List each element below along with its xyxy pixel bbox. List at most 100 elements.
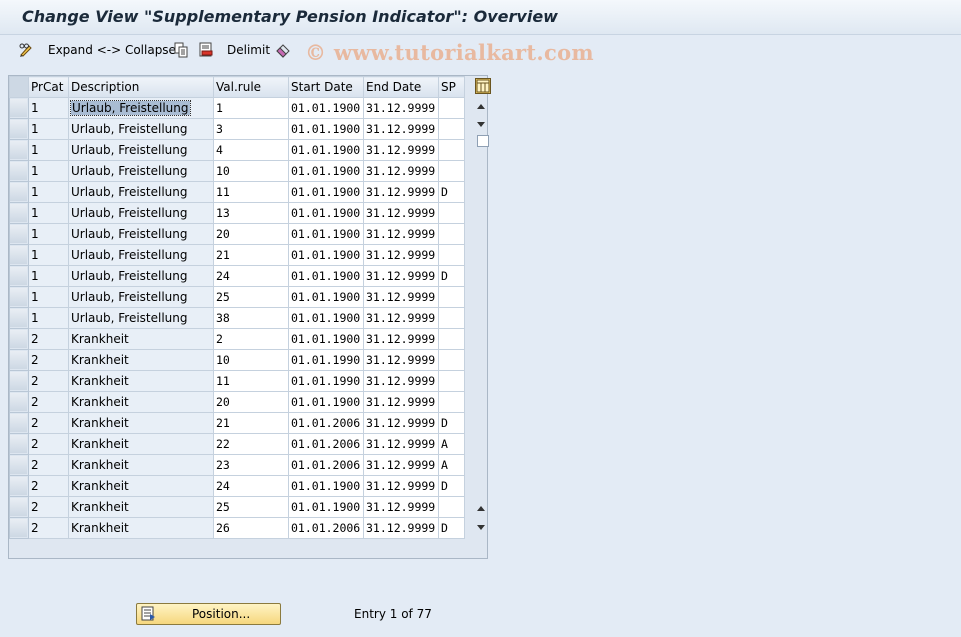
- row-selector[interactable]: [9, 433, 29, 455]
- cell-description[interactable]: Krankheit: [68, 349, 214, 371]
- cell-valrule[interactable]: 24: [213, 475, 289, 497]
- row-selector[interactable]: [9, 286, 29, 308]
- cell-prcat[interactable]: 1: [28, 286, 69, 308]
- cell-prcat[interactable]: 2: [28, 433, 69, 455]
- cell-prcat[interactable]: 1: [28, 223, 69, 245]
- cell-start-date[interactable]: 01.01.1990: [288, 349, 364, 371]
- cell-valrule[interactable]: 38: [213, 307, 289, 329]
- cell-start-date[interactable]: 01.01.1900: [288, 328, 364, 350]
- cell-description[interactable]: Urlaub, Freistellung: [68, 307, 214, 329]
- row-selector-button[interactable]: [10, 141, 27, 159]
- cell-prcat[interactable]: 2: [28, 328, 69, 350]
- cell-start-date[interactable]: 01.01.1900: [288, 97, 364, 119]
- cell-valrule[interactable]: 10: [213, 160, 289, 182]
- column-header-start-date[interactable]: Start Date: [288, 76, 364, 98]
- cell-start-date[interactable]: 01.01.1900: [288, 307, 364, 329]
- cell-sp[interactable]: [438, 160, 465, 182]
- row-selector-button[interactable]: [10, 204, 27, 222]
- cell-end-date[interactable]: 31.12.9999: [363, 181, 439, 203]
- cell-start-date[interactable]: 01.01.2006: [288, 433, 364, 455]
- cell-valrule[interactable]: 24: [213, 265, 289, 287]
- row-selector-button[interactable]: [10, 456, 27, 474]
- cell-valrule[interactable]: 25: [213, 496, 289, 518]
- change-display-button[interactable]: [18, 41, 34, 59]
- cell-sp[interactable]: [438, 97, 465, 119]
- cell-sp[interactable]: D: [438, 475, 465, 497]
- cell-end-date[interactable]: 31.12.9999: [363, 328, 439, 350]
- cell-sp[interactable]: [438, 391, 465, 413]
- cell-end-date[interactable]: 31.12.9999: [363, 307, 439, 329]
- cell-end-date[interactable]: 31.12.9999: [363, 349, 439, 371]
- position-button[interactable]: Position...: [136, 603, 281, 625]
- cell-start-date[interactable]: 01.01.1900: [288, 475, 364, 497]
- cell-start-date[interactable]: 01.01.2006: [288, 454, 364, 476]
- cell-description[interactable]: Urlaub, Freistellung: [68, 160, 214, 182]
- column-header-valrule[interactable]: Val.rule: [213, 76, 289, 98]
- cell-prcat[interactable]: 2: [28, 496, 69, 518]
- cell-end-date[interactable]: 31.12.9999: [363, 139, 439, 161]
- row-selector-button[interactable]: [10, 246, 27, 264]
- row-selector-button[interactable]: [10, 519, 27, 537]
- cell-description[interactable]: Krankheit: [68, 412, 214, 434]
- row-selector-button[interactable]: [10, 309, 27, 327]
- cell-valrule[interactable]: 1: [213, 97, 289, 119]
- row-selector-button[interactable]: [10, 267, 27, 285]
- cell-prcat[interactable]: 2: [28, 517, 69, 539]
- cell-sp[interactable]: [438, 349, 465, 371]
- cell-prcat[interactable]: 1: [28, 139, 69, 161]
- cell-end-date[interactable]: 31.12.9999: [363, 118, 439, 140]
- cell-end-date[interactable]: 31.12.9999: [363, 412, 439, 434]
- cell-sp[interactable]: [438, 118, 465, 140]
- row-selector-button[interactable]: [10, 225, 27, 243]
- row-selector[interactable]: [9, 118, 29, 140]
- row-selector-button[interactable]: [10, 435, 27, 453]
- row-selector-button[interactable]: [10, 288, 27, 306]
- cell-prcat[interactable]: 1: [28, 160, 69, 182]
- row-selector-button[interactable]: [10, 351, 27, 369]
- cell-start-date[interactable]: 01.01.1900: [288, 244, 364, 266]
- cell-valrule[interactable]: 25: [213, 286, 289, 308]
- cell-sp[interactable]: D: [438, 265, 465, 287]
- cell-end-date[interactable]: 31.12.9999: [363, 454, 439, 476]
- cell-valrule[interactable]: 21: [213, 412, 289, 434]
- cell-sp[interactable]: [438, 307, 465, 329]
- row-selector[interactable]: [9, 517, 29, 539]
- cell-start-date[interactable]: 01.01.1900: [288, 286, 364, 308]
- cell-end-date[interactable]: 31.12.9999: [363, 370, 439, 392]
- cell-description[interactable]: Urlaub, Freistellung: [68, 181, 214, 203]
- scroll-up-icon[interactable]: [477, 104, 485, 109]
- cell-sp[interactable]: [438, 244, 465, 266]
- cell-sp[interactable]: [438, 328, 465, 350]
- column-header-end-date[interactable]: End Date: [363, 76, 439, 98]
- cell-prcat[interactable]: 1: [28, 181, 69, 203]
- cell-valrule[interactable]: 4: [213, 139, 289, 161]
- cell-end-date[interactable]: 31.12.9999: [363, 475, 439, 497]
- cell-start-date[interactable]: 01.01.1900: [288, 202, 364, 224]
- cell-prcat[interactable]: 1: [28, 97, 69, 119]
- cell-sp[interactable]: A: [438, 454, 465, 476]
- expand-collapse-button[interactable]: Expand <-> Collapse: [48, 41, 176, 59]
- cell-end-date[interactable]: 31.12.9999: [363, 223, 439, 245]
- cell-description[interactable]: Krankheit: [68, 475, 214, 497]
- cell-description[interactable]: Urlaub, Freistellung: [68, 202, 214, 224]
- cell-valrule[interactable]: 13: [213, 202, 289, 224]
- cell-valrule[interactable]: 2: [213, 328, 289, 350]
- cell-prcat[interactable]: 2: [28, 475, 69, 497]
- cell-description[interactable]: Urlaub, Freistellung: [68, 97, 214, 119]
- row-selector-button[interactable]: [10, 393, 27, 411]
- cell-prcat[interactable]: 1: [28, 265, 69, 287]
- cell-end-date[interactable]: 31.12.9999: [363, 433, 439, 455]
- row-selector-button[interactable]: [10, 330, 27, 348]
- undo-button[interactable]: [275, 41, 291, 59]
- cell-valrule[interactable]: 10: [213, 349, 289, 371]
- cell-end-date[interactable]: 31.12.9999: [363, 391, 439, 413]
- cell-valrule[interactable]: 11: [213, 181, 289, 203]
- row-selector[interactable]: [9, 370, 29, 392]
- cell-start-date[interactable]: 01.01.1900: [288, 496, 364, 518]
- row-selector-button[interactable]: [10, 183, 27, 201]
- column-header-sp[interactable]: SP: [438, 76, 465, 98]
- row-selector[interactable]: [9, 244, 29, 266]
- cell-prcat[interactable]: 2: [28, 349, 69, 371]
- cell-prcat[interactable]: 1: [28, 202, 69, 224]
- cell-start-date[interactable]: 01.01.1900: [288, 118, 364, 140]
